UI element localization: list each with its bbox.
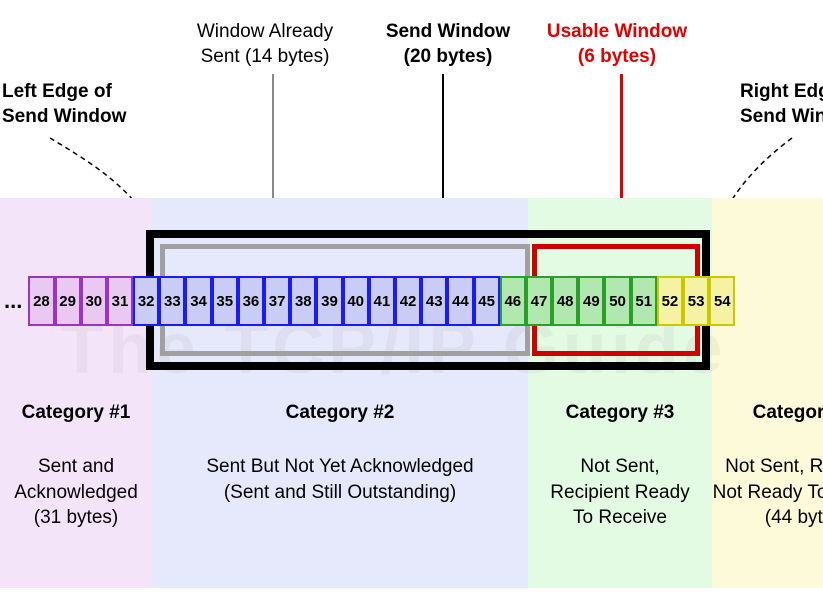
byte-cell: 28 xyxy=(28,276,54,326)
byte-cell: 29 xyxy=(55,276,81,326)
cat2-block: Category #2 Sent But Not Yet Acknowledge… xyxy=(152,402,528,471)
byte-cell: 31 xyxy=(107,276,133,326)
label-usable-window: Usable Window(6 bytes) xyxy=(532,20,702,69)
cat4-block: Category #4 Not Sent, RecipientNot Ready… xyxy=(712,402,823,497)
byte-cell: 52 xyxy=(657,276,683,326)
label-left-edge: Left Edge ofSend Window xyxy=(2,80,142,129)
byte-cell: 34 xyxy=(185,276,211,326)
cat4-desc: Not Sent, RecipientNot Ready To Receive(… xyxy=(712,454,823,531)
byte-cell: 43 xyxy=(421,276,447,326)
byte-cell: 46 xyxy=(500,276,526,326)
byte-cell: 44 xyxy=(447,276,473,326)
top-label-area: Left Edge ofSend Window Window AlreadySe… xyxy=(0,16,823,196)
cat3-title: Category #3 xyxy=(528,402,712,424)
byte-cell: 33 xyxy=(159,276,185,326)
byte-cell: 51 xyxy=(631,276,657,326)
cat1-title: Category #1 xyxy=(0,402,152,424)
cat3-block: Category #3 Not Sent,Recipient ReadyTo R… xyxy=(528,402,712,497)
byte-cell: 37 xyxy=(264,276,290,326)
byte-cell: 30 xyxy=(81,276,107,326)
byte-cell: 42 xyxy=(395,276,421,326)
byte-cell: 32 xyxy=(133,276,159,326)
byte-cell: 35 xyxy=(212,276,238,326)
byte-cell: 49 xyxy=(578,276,604,326)
cat2-title: Category #2 xyxy=(152,402,528,424)
byte-cell: 45 xyxy=(474,276,500,326)
byte-cell: 41 xyxy=(369,276,395,326)
byte-cell: 36 xyxy=(238,276,264,326)
label-right-edge: Right Edge ofSend Window xyxy=(740,80,823,129)
byte-cell-row: ... 28 29 30 31 32 33 34 35 36 37 38 39 … xyxy=(0,274,823,328)
byte-cell: 38 xyxy=(290,276,316,326)
cat1-block: Category #1 Sent andAcknowledged(31 byte… xyxy=(0,402,152,497)
byte-cell: 50 xyxy=(604,276,630,326)
byte-cell: 48 xyxy=(552,276,578,326)
diagram-body: The TCP/IP Guide ... 28 29 30 31 32 33 3… xyxy=(0,198,823,598)
byte-cell: 54 xyxy=(709,276,735,326)
byte-cell: 40 xyxy=(343,276,369,326)
cat1-desc: Sent andAcknowledged(31 bytes) xyxy=(0,454,152,531)
byte-cell: 47 xyxy=(526,276,552,326)
byte-cell: 53 xyxy=(683,276,709,326)
label-already-sent: Window AlreadySent (14 bytes) xyxy=(170,20,360,69)
leading-dots: ... xyxy=(0,288,28,314)
cat2-desc: Sent But Not Yet Acknowledged(Sent and S… xyxy=(152,454,528,505)
label-send-window: Send Window(20 bytes) xyxy=(368,20,528,69)
byte-cell: 39 xyxy=(316,276,342,326)
cat3-desc: Not Sent,Recipient ReadyTo Receive xyxy=(528,454,712,531)
cat4-title: Category #4 xyxy=(712,402,823,424)
